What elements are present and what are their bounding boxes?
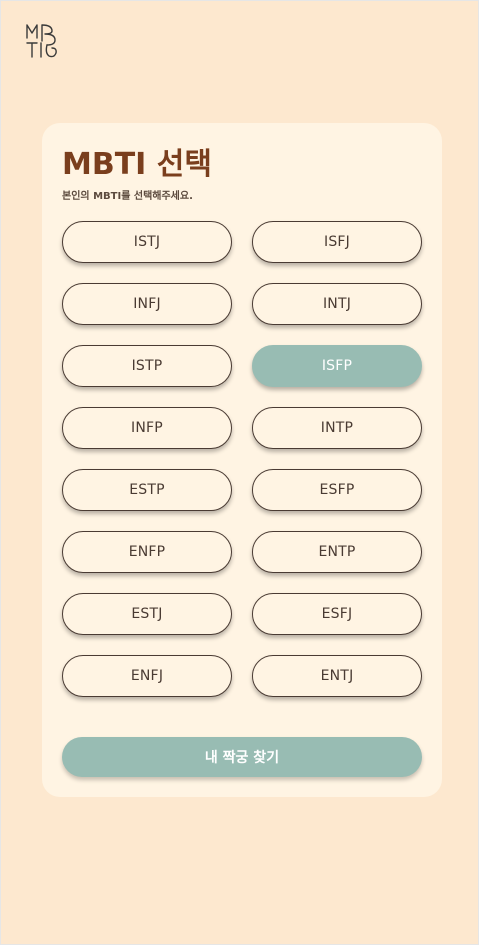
- page-subtitle: 본인의 MBTI를 선택해주세요.: [62, 191, 193, 202]
- mbti-option-isfj[interactable]: ISFJ: [252, 221, 422, 263]
- mbti-option-entp[interactable]: ENTP: [252, 531, 422, 573]
- mbti-option-esfj[interactable]: ESFJ: [252, 593, 422, 635]
- mbti-option-entj[interactable]: ENTJ: [252, 655, 422, 697]
- mbti-option-intj[interactable]: INTJ: [252, 283, 422, 325]
- mbti-option-infp[interactable]: INFP: [62, 407, 232, 449]
- mbti-option-isfp[interactable]: ISFP: [252, 345, 422, 387]
- mbti-type-grid: ISTJ ISFJ INFJ INTJ ISTP ISFP INFP INTP ESTP ESFP…: [62, 221, 422, 697]
- mbti-option-intp[interactable]: INTP: [252, 407, 422, 449]
- mbti-option-enfj[interactable]: ENFJ: [62, 655, 232, 697]
- mbti-logo-icon: [26, 24, 57, 58]
- mbti-option-enfp[interactable]: ENFP: [62, 531, 232, 573]
- mbti-option-estp[interactable]: ESTP: [62, 469, 232, 511]
- mbti-select-card: MBTI 선택 본인의 MBTI를 선택해주세요. ISTJ ISFJ INFJ IN…: [42, 123, 442, 797]
- page-title: MBTI 선택: [62, 147, 212, 182]
- mbti-option-esfp[interactable]: ESFP: [252, 469, 422, 511]
- find-partner-button[interactable]: 내 짝궁 찾기: [62, 737, 422, 777]
- mbti-option-istp[interactable]: ISTP: [62, 345, 232, 387]
- mbti-option-infj[interactable]: INFJ: [62, 283, 232, 325]
- mbti-option-istj[interactable]: ISTJ: [62, 221, 232, 263]
- mbti-option-estj[interactable]: ESTJ: [62, 593, 232, 635]
